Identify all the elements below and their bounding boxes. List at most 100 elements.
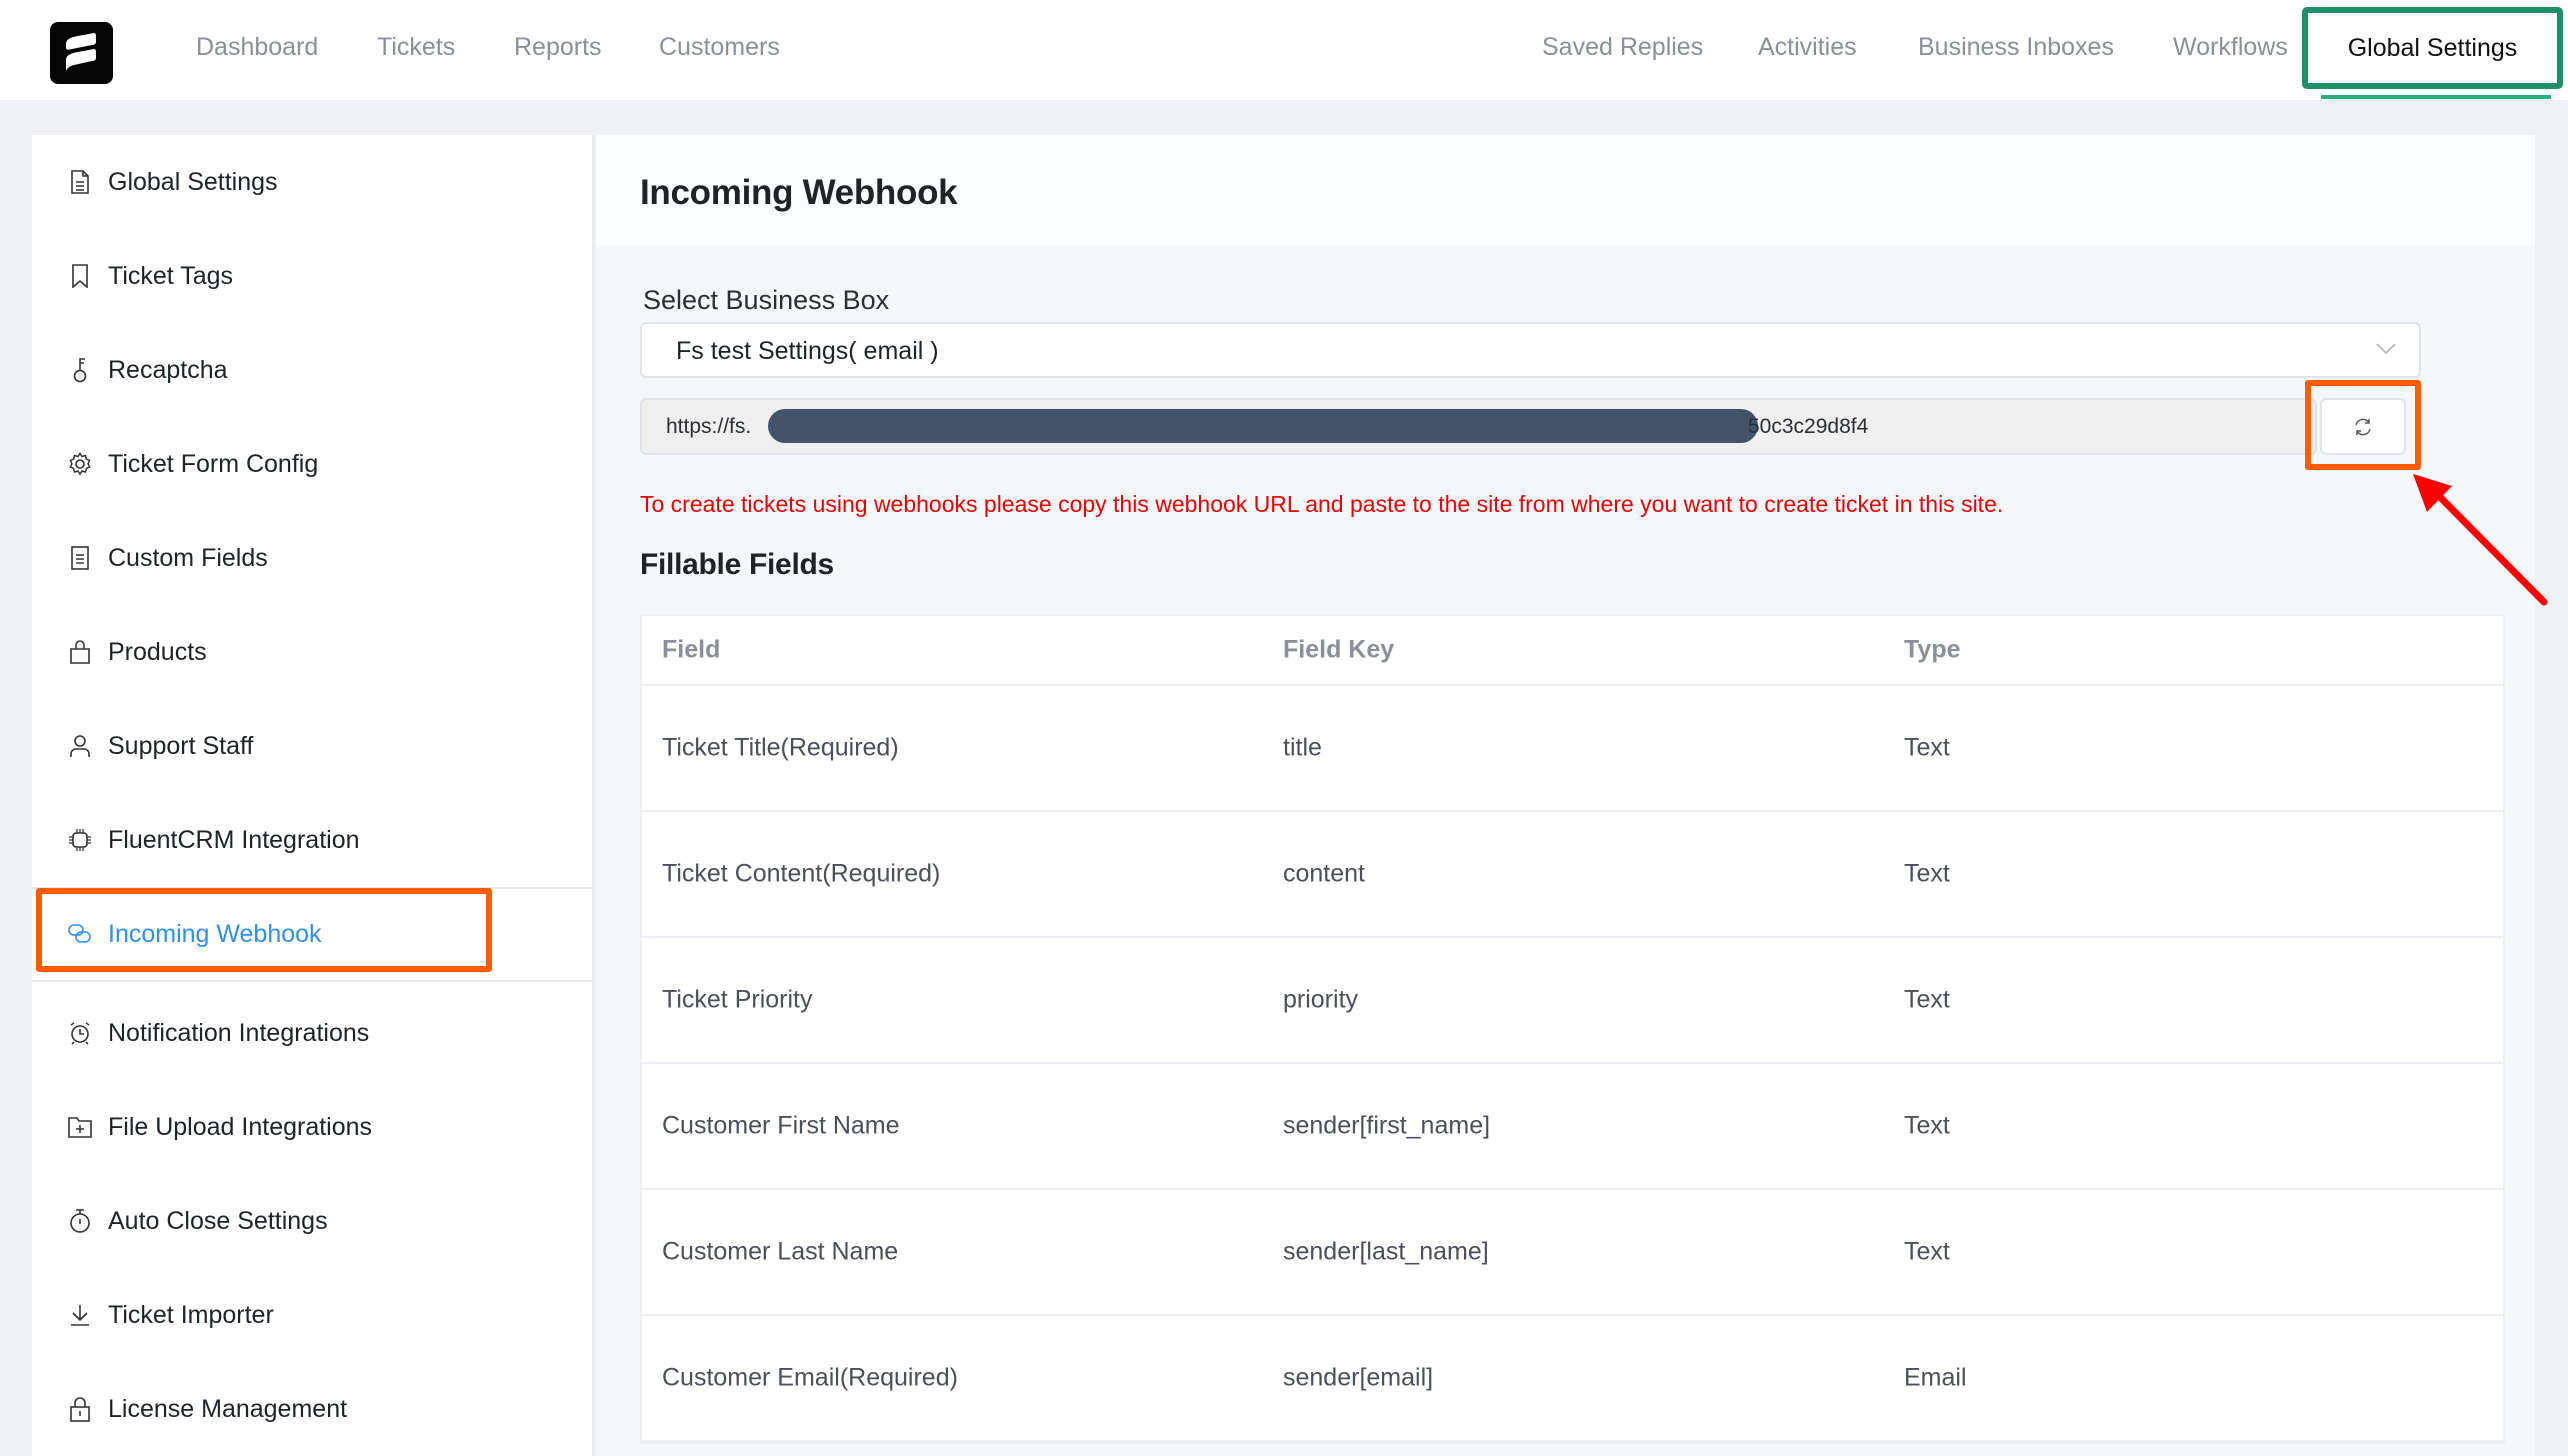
cell-field: Ticket Content(Required) (662, 859, 941, 888)
sidebar-item-label: Global Settings (108, 167, 278, 196)
sidebar-item-global-settings[interactable]: Global Settings (32, 135, 592, 229)
cell-field-key: sender[email] (1283, 1363, 1434, 1392)
lock-icon (68, 1397, 92, 1422)
sidebar-item-label: Products (108, 637, 207, 666)
chevron-down-icon (2375, 342, 2397, 361)
sidebar-item-support-staff[interactable]: Support Staff (32, 699, 592, 793)
sidebar-item-incoming-webhook[interactable]: Incoming Webhook (32, 888, 592, 980)
sidebar-item-label: Custom Fields (108, 543, 268, 572)
sidebar-item-fluentcrm-integration[interactable]: FluentCRM Integration (32, 793, 592, 887)
cell-field: Customer Email(Required) (662, 1363, 958, 1392)
cell-type: Text (1904, 859, 1950, 888)
cell-field: Ticket Priority (662, 985, 813, 1014)
cell-field-key: content (1283, 859, 1366, 888)
download-icon (68, 1303, 92, 1327)
top-navigation-bar: Dashboard Tickets Reports Customers Save… (0, 0, 2568, 100)
cell-field-key: sender[first_name] (1283, 1111, 1491, 1140)
sidebar-item-label: Auto Close Settings (108, 1206, 328, 1235)
cell-field-key: priority (1283, 985, 1359, 1014)
table-row: Customer Last Name sender[last_name] Tex… (642, 1190, 2503, 1316)
sidebar-item-auto-close-settings[interactable]: Auto Close Settings (32, 1174, 592, 1268)
refresh-icon (2355, 418, 2371, 435)
regenerate-url-button[interactable] (2320, 398, 2406, 455)
shopping-bag-icon (68, 640, 92, 664)
business-box-select-value: Fs test Settings( email ) (676, 337, 939, 365)
cell-field: Ticket Title(Required) (662, 733, 899, 762)
sidebar-item-label: Recaptcha (108, 355, 228, 384)
nav-customers[interactable]: Customers (659, 33, 780, 62)
sidebar-item-ticket-importer[interactable]: Ticket Importer (32, 1268, 592, 1362)
nav-tickets[interactable]: Tickets (377, 33, 455, 62)
sidebar-item-notification-integrations[interactable]: Notification Integrations (32, 986, 592, 1080)
sidebar-item-label: Support Staff (108, 731, 254, 760)
logo-icon (66, 33, 96, 71)
main-content: Incoming Webhook Select Business Box Fs … (596, 135, 2535, 1456)
cell-field: Customer First Name (662, 1111, 900, 1140)
column-header-type: Type (1904, 635, 1961, 664)
nav-workflows[interactable]: Workflows (2173, 33, 2288, 62)
webhook-url-input[interactable]: https://fs. 50c3c29d8f4 (640, 398, 2317, 455)
cell-type: Text (1904, 985, 1950, 1014)
stopwatch-icon (68, 1209, 92, 1233)
nav-saved-replies[interactable]: Saved Replies (1542, 33, 1703, 62)
table-header-row: Field Field Key Type (642, 616, 2503, 686)
cell-field: Customer Last Name (662, 1237, 899, 1266)
sidebar-item-ticket-form-config[interactable]: Ticket Form Config (32, 417, 592, 511)
nav-global-settings-label: Global Settings (2347, 33, 2518, 62)
settings-sidebar: Global Settings Ticket Tags Recaptcha Ti… (32, 135, 594, 1456)
document-icon (68, 170, 92, 194)
page-title: Incoming Webhook (640, 173, 958, 212)
table-row: Ticket Priority priority Text (642, 938, 2503, 1064)
nav-reports[interactable]: Reports (514, 33, 602, 62)
cell-type: Text (1904, 733, 1950, 762)
sidebar-item-file-upload-integrations[interactable]: File Upload Integrations (32, 1080, 592, 1174)
fillable-fields-table: Field Field Key Type Ticket Title(Requir… (640, 614, 2505, 1444)
sidebar-item-label: License Management (108, 1394, 348, 1423)
cell-type: Text (1904, 1237, 1950, 1266)
sidebar-item-label: Ticket Importer (108, 1300, 274, 1329)
nav-activities[interactable]: Activities (1758, 33, 1857, 62)
key-icon (68, 358, 92, 383)
cell-field-key: sender[last_name] (1283, 1237, 1489, 1266)
nav-business-inboxes[interactable]: Business Inboxes (1918, 33, 2114, 62)
link-icon (68, 922, 92, 946)
nav-dashboard[interactable]: Dashboard (196, 33, 318, 62)
webhook-instructions: To create tickets using webhooks please … (640, 491, 2004, 517)
folder-add-icon (68, 1115, 92, 1139)
sidebar-item-label: File Upload Integrations (108, 1112, 373, 1141)
column-header-field-key: Field Key (1283, 635, 1395, 664)
table-row: Customer Email(Required) sender[email] E… (642, 1316, 2503, 1442)
table-row: Ticket Content(Required) content Text (642, 812, 2503, 938)
redaction-bar (768, 409, 1758, 443)
sidebar-item-label: Incoming Webhook (108, 919, 322, 948)
gear-icon (68, 452, 92, 476)
webhook-url-suffix: 50c3c29d8f4 (1748, 415, 1869, 438)
sidebar-item-label: Notification Integrations (108, 1018, 370, 1047)
nav-global-settings[interactable]: Global Settings (2302, 7, 2563, 89)
sidebar-item-label: Ticket Tags (108, 261, 234, 290)
sidebar-item-products[interactable]: Products (32, 605, 592, 699)
select-business-box-label: Select Business Box (643, 285, 890, 315)
table-row: Ticket Title(Required) title Text (642, 686, 2503, 812)
cell-type: Text (1904, 1111, 1950, 1140)
sidebar-item-custom-fields[interactable]: Custom Fields (32, 511, 592, 605)
app-logo[interactable] (50, 22, 113, 84)
sidebar-item-recaptcha[interactable]: Recaptcha (32, 323, 592, 417)
bookmark-icon (68, 264, 92, 288)
alarm-clock-icon (68, 1021, 92, 1045)
chip-icon (68, 828, 92, 852)
sidebar-item-label: FluentCRM Integration (108, 825, 360, 854)
page-header: Incoming Webhook (596, 135, 2535, 246)
active-tab-underline (2321, 95, 2551, 99)
cell-field-key: title (1283, 733, 1322, 762)
table-row: Customer First Name sender[first_name] T… (642, 1064, 2503, 1190)
sidebar-item-ticket-tags[interactable]: Ticket Tags (32, 229, 592, 323)
business-box-select[interactable]: Fs test Settings( email ) (640, 322, 2421, 378)
sidebar-divider (32, 980, 592, 982)
fillable-fields-title: Fillable Fields (640, 548, 834, 581)
user-icon (68, 734, 92, 758)
list-document-icon (68, 546, 92, 570)
sidebar-item-label: Ticket Form Config (108, 449, 319, 478)
column-header-field: Field (662, 635, 721, 664)
sidebar-item-license-management[interactable]: License Management (32, 1362, 592, 1456)
